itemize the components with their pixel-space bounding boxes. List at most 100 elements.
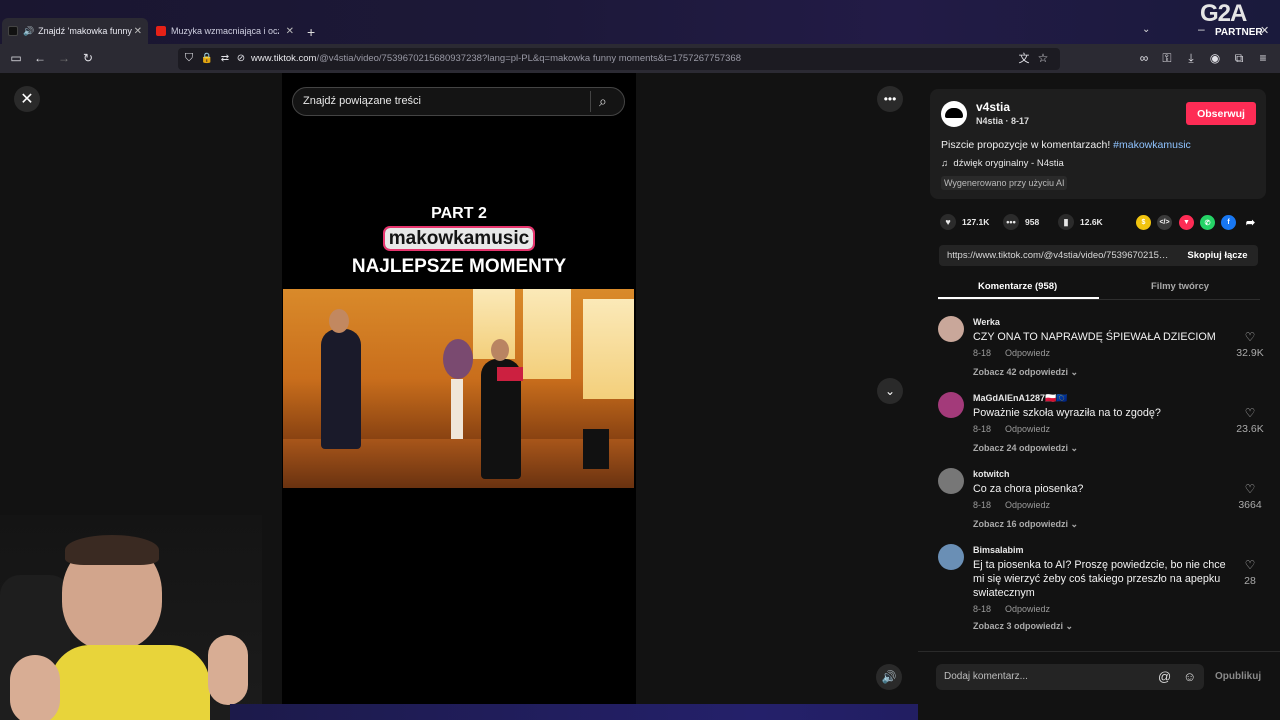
reply-link[interactable]: Odpowiedz (1005, 604, 1050, 614)
like-stat[interactable]: ♥ 127.1K (940, 214, 989, 230)
chevron-down-icon: ⌄ (1070, 367, 1079, 377)
volume-icon[interactable]: 🔊 (876, 664, 902, 690)
close-icon[interactable]: ✕ (134, 26, 142, 37)
coin-icon[interactable]: $ (1136, 215, 1151, 230)
chevron-down-icon: ⌄ (1065, 621, 1074, 631)
comment-meta: 8-18 Odpowiedz (973, 604, 1064, 614)
copy-link-button[interactable]: Skopiuj łącze (1177, 245, 1258, 266)
heart-icon[interactable]: ♡ (1232, 330, 1268, 344)
comment-bar-divider (918, 651, 1280, 652)
youtube-favicon-icon (156, 26, 166, 36)
reply-link[interactable]: Odpowiedz (1005, 500, 1050, 510)
comment-text: CZY ONA TO NAPRAWDĘ ŚPIEWAŁA DZIECIOM (973, 331, 1216, 343)
guitarist (321, 329, 361, 449)
whatsapp-icon[interactable]: ✆ (1200, 215, 1215, 230)
reload-icon[interactable]: ↻ (80, 50, 96, 66)
save-count: 12.6K (1080, 217, 1103, 227)
facebook-icon[interactable]: f (1221, 215, 1236, 230)
new-tab-icon[interactable]: + (307, 24, 315, 40)
tab-tiktok[interactable]: 🔊 Znajdź 'makowka funny m ✕ (2, 18, 148, 44)
hashtag-link[interactable]: #makowkamusic (1113, 139, 1191, 151)
close-icon[interactable]: ✕ (286, 26, 294, 37)
speaker (583, 429, 609, 469)
speaker-icon: 🔊 (22, 25, 35, 36)
commenter-avatar[interactable] (938, 392, 964, 418)
share-arrow-icon[interactable]: ➦ (1243, 215, 1258, 230)
video-link[interactable]: https://www.tiktok.com/@v4stia/video/753… (947, 250, 1171, 261)
lock-icon[interactable]: 🔒 (199, 50, 215, 66)
reply-link[interactable]: Odpowiedz (1005, 348, 1050, 358)
send-icon[interactable]: ▼ (1179, 215, 1194, 230)
back-icon[interactable]: ← (32, 50, 48, 66)
puzzle-icon[interactable]: ⧉ (1231, 50, 1247, 66)
more-options-icon[interactable]: ••• (877, 86, 903, 112)
tab-divider (938, 299, 1260, 300)
comment-text: Poważnie szkoła wyraziła na to zgodę? (973, 407, 1161, 419)
url-host: www.tiktok.com (251, 53, 317, 64)
creator-subline: N4stia · 8-17 (976, 116, 1030, 126)
translate-icon[interactable]: 文 (1016, 50, 1032, 66)
heart-icon[interactable]: ♡ (1232, 558, 1268, 572)
chevron-down-icon: ⌄ (1070, 519, 1079, 529)
commenter-name[interactable]: Werka (973, 317, 1000, 327)
shield-icon[interactable]: ⛉ (181, 50, 197, 66)
comment-like-count: 3664 (1238, 499, 1262, 511)
comment-like-count: 28 (1244, 575, 1256, 587)
commenter-avatar[interactable] (938, 544, 964, 570)
sound-link[interactable]: ♫ dźwięk oryginalny - N4stia (941, 158, 1064, 169)
creator-username[interactable]: v4stia (976, 100, 1010, 114)
heart-icon: ♥ (940, 214, 956, 230)
bookmark-star-icon[interactable]: ☆ (1035, 50, 1051, 66)
next-video-chevron-icon[interactable]: ⌄ (877, 378, 903, 404)
comment-text: Ej ta piosenka to AI? Proszę powiedzcie,… (973, 559, 1226, 599)
view-replies-link[interactable]: Zobacz 42 odpowiedzi ⌄ (973, 367, 1078, 378)
tab-youtube[interactable]: Muzyka wzmacniająca i oczyszc ✕ (150, 18, 300, 44)
menu-icon[interactable]: ≡ (1255, 50, 1271, 66)
caption-title: makowkamusic (282, 228, 636, 250)
g2a-logo: G2A (1200, 0, 1247, 27)
sidebar-icon[interactable]: ▭ (8, 50, 24, 66)
autoplay-blocked-icon[interactable]: ⊘ (233, 50, 249, 66)
reply-link[interactable]: Odpowiedz (1005, 424, 1050, 434)
description-text: Piszcie propozycje w komentarzach! (941, 139, 1111, 151)
follow-button[interactable]: Obserwuj (1186, 102, 1256, 125)
commenter-avatar[interactable] (938, 316, 964, 342)
key-icon[interactable]: ⚿ (1159, 50, 1175, 66)
forward-icon[interactable]: → (56, 50, 72, 66)
view-replies-link[interactable]: Zobacz 24 odpowiedzi ⌄ (973, 443, 1078, 454)
emoji-icon[interactable]: ☺ (1183, 669, 1196, 684)
embed-icon[interactable]: </> (1157, 215, 1172, 230)
mention-icon[interactable]: @ (1158, 669, 1171, 684)
commenter-name[interactable]: Bimsalabim (973, 545, 1024, 555)
flower-stand (451, 379, 463, 439)
mask-icon[interactable]: ∞ (1136, 50, 1152, 66)
tab-comments[interactable]: Komentarze (958) (978, 281, 1057, 292)
publish-button[interactable]: Opublikuj (1215, 671, 1261, 682)
commenter-name[interactable]: MaGdAlEnA1287🇵🇱🇪🇺 (973, 393, 1067, 404)
view-replies-label: Zobacz 16 odpowiedzi (973, 519, 1069, 529)
view-replies-link[interactable]: Zobacz 3 odpowiedzi ⌄ (973, 621, 1073, 632)
heart-icon[interactable]: ♡ (1232, 482, 1268, 496)
comment-meta: 8-18 Odpowiedz (973, 424, 1064, 434)
extension-icon[interactable]: ◉ (1207, 50, 1223, 66)
permissions-icon[interactable]: ⇄ (217, 50, 233, 66)
comment-meta: 8-18 Odpowiedz (973, 500, 1064, 510)
search-icon[interactable]: ⌕ (599, 93, 607, 110)
commenter-avatar[interactable] (938, 468, 964, 494)
view-replies-link[interactable]: Zobacz 16 odpowiedzi ⌄ (973, 519, 1078, 530)
comment-text: Co za chora piosenka? (973, 483, 1084, 495)
comment-meta: 8-18 Odpowiedz (973, 348, 1064, 358)
commenter-name[interactable]: kotwitch (973, 469, 1010, 479)
view-replies-label: Zobacz 42 odpowiedzi (973, 367, 1069, 377)
view-replies-label: Zobacz 24 odpowiedzi (973, 443, 1069, 453)
url-text: www.tiktok.com/@v4stia/video/75396702156… (251, 53, 741, 64)
tab-list-chevron-icon[interactable]: ⌄ (1142, 24, 1150, 35)
comment-stat[interactable]: ••• 958 (1003, 214, 1039, 230)
comment-date: 8-18 (973, 604, 992, 614)
tab-creator-videos[interactable]: Filmy twórcy (1151, 281, 1209, 292)
heart-icon[interactable]: ♡ (1232, 406, 1268, 420)
comment-input-placeholder: Dodaj komentarz... (944, 671, 1028, 682)
download-icon[interactable]: ⤓ (1183, 50, 1199, 66)
close-video-icon[interactable]: ✕ (14, 86, 40, 112)
save-stat[interactable]: ▮ 12.6K (1058, 214, 1103, 230)
